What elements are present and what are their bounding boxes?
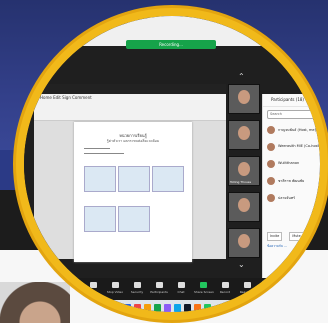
share-icon <box>199 282 207 288</box>
participant-item[interactable]: Wulitthanon <box>267 158 320 170</box>
participant-face <box>238 198 250 212</box>
ribbon-row: Home Edit Sign Comment <box>34 94 226 102</box>
chat-icon <box>177 282 185 288</box>
participant-face <box>238 234 250 248</box>
participant-item[interactable]: ปลายจันทร์ <box>267 192 320 204</box>
worksheet-image <box>118 206 150 232</box>
recording-indicator[interactable]: Recording... <box>126 40 216 49</box>
video-tile[interactable] <box>228 228 260 258</box>
microphone-icon <box>89 282 97 288</box>
app-icon[interactable] <box>184 304 191 312</box>
worksheet-image <box>152 166 184 192</box>
mute-all-button[interactable]: Mute All <box>289 232 309 241</box>
app-icon[interactable] <box>174 304 181 312</box>
participant-item[interactable]: ชาติราช พัฒนชัย <box>267 175 320 187</box>
record-button[interactable]: Record <box>216 282 234 298</box>
invite-button[interactable]: Invite <box>267 232 283 241</box>
meeting-toolbar: Mute Stop Video Security Participants Ch… <box>24 278 320 300</box>
video-tile[interactable]: Tolling Thouss <box>228 156 260 186</box>
avatar <box>267 160 275 168</box>
document-ribbon: Home Edit Sign Comment <box>34 94 226 121</box>
ribbon-tab[interactable]: Comment <box>72 95 92 100</box>
end-meeting-button[interactable]: End <box>264 286 280 293</box>
participant-actions: Invite Mute All ... <box>267 222 320 241</box>
participant-face <box>238 162 250 176</box>
avatar <box>267 177 275 185</box>
participants-button[interactable]: Participants <box>150 282 168 298</box>
participant-item[interactable]: Weerasith MIE (Co-host) <box>267 141 320 153</box>
document-subtitle: รู้ค่าตัวเรา ผลกระทบต่อสิ่งแวดล้อม <box>106 139 160 143</box>
ribbon-tab[interactable]: Edit <box>53 95 61 100</box>
app-icon[interactable] <box>164 304 171 312</box>
participants-panel: Participants (18) Search กาญจนพันธ์ (Hos… <box>262 94 320 294</box>
document-line <box>84 148 110 149</box>
shared-screen: Home Edit Sign Comment หน่วยการเรียนรู้ … <box>34 84 226 262</box>
avatar <box>267 126 275 134</box>
panel-title: Participants (18) <box>263 94 320 107</box>
document-line <box>84 153 124 154</box>
worksheet-image <box>84 166 116 192</box>
share-screen-button[interactable]: Share Screen <box>194 282 214 298</box>
video-tile[interactable] <box>228 120 260 150</box>
security-button[interactable]: Security <box>128 282 146 298</box>
smiley-icon <box>243 282 251 288</box>
chevron-down-icon[interactable]: ⌄ <box>238 260 245 269</box>
worksheet-image <box>118 166 150 192</box>
chat-preview: ข้อความกับ ... <box>267 244 287 248</box>
app-icon[interactable] <box>204 304 211 312</box>
avatar <box>267 194 275 202</box>
participant-search-input[interactable]: Search <box>267 110 320 119</box>
participant-face <box>238 90 250 104</box>
avatar <box>267 143 275 151</box>
chevron-up-icon[interactable]: ⌃ <box>238 72 245 81</box>
circular-frame: Recording... Home Edit Sign Comment หน่ว… <box>16 8 328 320</box>
video-tile[interactable] <box>228 84 260 114</box>
chat-button[interactable]: Chat <box>172 282 190 298</box>
app-icon[interactable] <box>124 304 131 312</box>
app-icon[interactable] <box>154 304 161 312</box>
mute-button[interactable]: Mute <box>84 282 102 298</box>
ribbon-tab[interactable]: Sign <box>62 95 71 100</box>
participant-face <box>238 126 250 140</box>
reactions-button[interactable]: Reactions <box>238 282 256 298</box>
document-page: หน่วยการเรียนรู้ รู้ค่าตัวเรา ผลกระทบต่อ… <box>74 122 192 262</box>
people-icon <box>155 282 163 288</box>
video-strip: ⌃ Tolling Thouss ⌄ <box>228 72 260 284</box>
document-viewer: หน่วยการเรียนรู้ รู้ค่าตัวเรา ผลกระทบต่อ… <box>34 121 226 262</box>
video-tile[interactable] <box>228 192 260 222</box>
shield-icon <box>133 282 141 288</box>
app-icon[interactable] <box>194 304 201 312</box>
camera-icon <box>111 282 119 288</box>
meeting-screen: Recording... Home Edit Sign Comment หน่ว… <box>24 16 320 312</box>
app-icon[interactable] <box>144 304 151 312</box>
record-icon <box>221 282 229 288</box>
ribbon-tab[interactable]: Home <box>40 95 52 100</box>
worksheet-image <box>84 206 116 232</box>
app-icon[interactable] <box>134 304 141 312</box>
participant-item[interactable]: กาญจนพันธ์ (Host, me) <box>267 124 320 136</box>
video-button[interactable]: Stop Video <box>106 282 124 298</box>
